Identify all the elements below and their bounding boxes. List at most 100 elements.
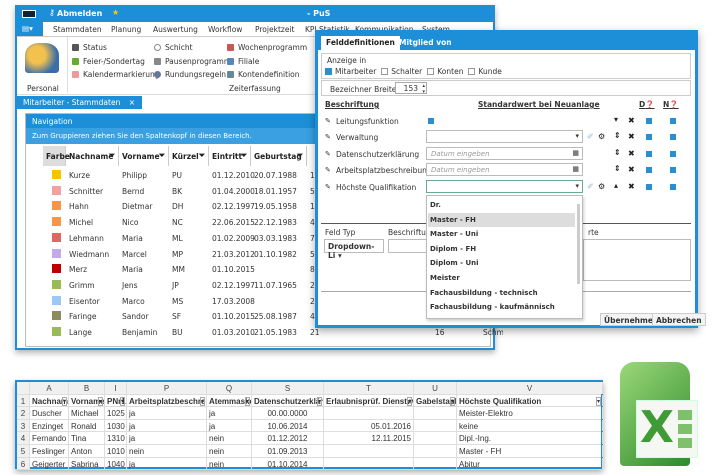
dropdown-option[interactable]: Diplom - FH [428,242,575,257]
sheet-cell[interactable]: ja [127,419,207,432]
document-tab[interactable]: Mitarbeiter - Stammdaten × [17,96,142,109]
dropdown-option[interactable]: Meister [428,271,575,286]
checkbox-kunde[interactable]: Kunde [465,67,502,76]
delete-icon[interactable]: ✖ [628,165,635,174]
sheet-header-cell[interactable]: Atemmaske ▾ [207,394,252,407]
ribbon-kontendefinition[interactable]: Kontendefinition [227,70,300,79]
checkbox-schalter[interactable]: Schalter [378,67,422,76]
date-input[interactable]: Datum eingeben ▦ [426,163,583,176]
delete-icon[interactable]: ✖ [628,132,635,141]
sheet-cell[interactable] [414,457,457,470]
sheet-cell[interactable]: Tina [69,432,105,444]
sheet-cell[interactable]: Master - FH [457,445,603,457]
sheet-cell[interactable]: nein [207,432,252,444]
move-down-icon[interactable]: ▾ [614,115,618,124]
checkbox-n[interactable] [670,134,676,140]
select-input[interactable]: ▾ [426,130,583,143]
app-menu-button[interactable]: ▤▾ [17,22,43,36]
filter-dropdown-icon[interactable]: ▾ [316,396,322,406]
sheet-cell[interactable]: ja [127,407,207,419]
tab-mitglied-von[interactable]: Mitglied von [394,36,457,50]
eraser-icon[interactable]: ✐ [587,182,594,191]
column-header-0[interactable]: Farbe [43,146,70,166]
gear-icon[interactable]: ⚙ [598,132,605,141]
dropdown-option[interactable]: Master - FH [428,212,575,228]
sheet-cell[interactable]: S [252,382,324,394]
calendar-icon[interactable]: ▦ [572,149,579,157]
sheet-cell[interactable]: I [105,382,127,394]
filter-icon[interactable]: ⏷ [199,151,205,161]
tab-workflow[interactable]: Workflow [208,25,242,34]
edit-pencil-icon[interactable]: ✎ [325,117,331,125]
sheet-cell[interactable] [324,445,414,457]
sheet-cell[interactable]: Q [207,382,252,394]
edit-pencil-icon[interactable]: ✎ [325,133,331,141]
sheet-cell[interactable]: Enzinget [30,419,69,432]
sheet-cell[interactable]: V [457,382,603,394]
checkbox-n[interactable] [670,184,676,190]
sheet-cell[interactable] [414,432,457,444]
help-icon[interactable]: ❓ [669,100,678,109]
tab-auswertung[interactable]: Auswertung [153,25,198,34]
column-header-1[interactable]: Nachname ⏷ [66,146,119,166]
sheet-cell[interactable] [324,407,414,419]
ribbon-pausenprogramm[interactable]: Pausenprogramm [154,57,231,66]
sheet-cell[interactable]: ja [207,407,252,419]
dropdown-option[interactable]: Dr. [428,198,575,213]
cancel-button[interactable]: Abbrechen [652,313,706,326]
sheet-cell[interactable]: Dipl.-Ing. [457,432,603,444]
sheet-cell[interactable]: T [324,382,414,394]
checkbox-d[interactable] [646,184,652,190]
filter-dropdown-icon[interactable]: ▾ [449,396,455,406]
tab-felddefinitionen[interactable]: Felddefinitionen [321,36,400,50]
dropdown-option[interactable]: Diplom - Uni [428,256,575,271]
ribbon-wochenprogramm[interactable]: Wochenprogramm [227,43,307,52]
sheet-cell[interactable]: nein [127,445,207,457]
help-icon[interactable]: ❓ [645,100,654,109]
sheet-row[interactable]: 3 Enzinget Ronald 1030 ja ja 10.06.2014 05.01.2… [17,419,603,433]
select-input[interactable]: ▾ [426,180,583,193]
sheet-cell[interactable]: 05.01.2016 [324,419,414,432]
logout-button[interactable]: Abmelden [57,9,102,18]
breite-stepper[interactable]: 153 ▴ ▾ [395,82,427,95]
delete-icon[interactable]: ✖ [628,149,635,158]
sheet-cell[interactable] [324,457,414,470]
checkbox-icon[interactable] [427,68,435,75]
sheet-cell[interactable]: Ronald [69,419,105,432]
sheet-cell[interactable]: nein [207,445,252,457]
sheet-header-cell[interactable]: Gabelstapler▾ [414,394,457,407]
checkbox-icon[interactable] [468,68,476,75]
sheet-header-cell[interactable]: Nachname ▾ [30,394,69,407]
checkbox-n[interactable] [670,151,676,157]
dropdown-option[interactable]: Master - Uni [428,227,575,242]
ribbon-rundungsregeln[interactable]: Rundungsregeln [154,70,226,79]
checkbox-d[interactable] [646,151,652,157]
sheet-cell[interactable]: P [127,382,207,394]
sheet-cell[interactable]: 00.00.0000 [252,407,324,419]
dropdown-option[interactable]: Fachausbildung - kaufmännisch [428,300,575,315]
checkbox-konten[interactable]: Konten [424,67,463,76]
sheet-cell[interactable] [414,419,457,432]
sheet-cell[interactable]: Michael [69,407,105,419]
sheet-row[interactable]: 2 Duscher Michael 1025 ja ja 00.00.0000 Meister… [17,407,603,420]
sheet-cell[interactable]: Anton [69,445,105,457]
filter-dropdown-icon[interactable]: ▾ [406,396,412,406]
filter-icon[interactable]: ⏷ [241,151,247,161]
chevron-down-icon[interactable]: ▾ [575,132,579,140]
tab-planung[interactable]: Planung [111,25,141,34]
sheet-cell[interactable]: 1310 [105,432,127,444]
filter-icon[interactable]: ⏷ [159,151,165,161]
sheet-header-cell[interactable]: Höchste Qualifikation ▾ [457,394,603,407]
sheet-cell[interactable]: 1025 [105,407,127,419]
spin-icon[interactable]: ▴ ▾ [422,83,425,95]
edit-pencil-icon[interactable]: ✎ [325,166,331,174]
checkbox-icon[interactable] [381,68,389,75]
filter-dropdown-icon[interactable]: ▾ [199,396,205,406]
move-updown-icon[interactable]: ⇕ [614,164,621,173]
sheet-header-cell[interactable]: Erlaubnisprüf. Dienstwagen▾ [324,394,414,407]
column-header-3[interactable]: Kürzel ⏷ [169,146,209,166]
checkbox-icon[interactable] [325,68,332,75]
personal-icon[interactable] [25,43,59,73]
sheet-cell[interactable]: B [69,382,105,394]
move-updown-icon[interactable]: ⇕ [614,131,621,140]
